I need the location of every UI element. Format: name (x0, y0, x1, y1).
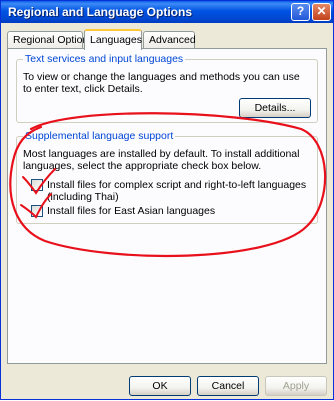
text-services-group: Text services and input languages To vie… (16, 53, 318, 123)
dialog-window: Regional and Language Options ? ✕ Region… (0, 0, 334, 400)
text-services-heading: Text services and input languages (23, 53, 186, 65)
tab-regional-options[interactable]: Regional Options (7, 31, 94, 49)
cancel-button[interactable]: Cancel (197, 376, 259, 396)
supplemental-description: Most languages are installed by default.… (23, 148, 300, 172)
east-asian-label[interactable]: Install files for East Asian languages (47, 205, 313, 217)
details-button[interactable]: Details... (239, 98, 311, 118)
window-title: Regional and Language Options (8, 5, 193, 19)
supplemental-heading: Supplemental language support (23, 130, 176, 142)
apply-button[interactable]: Apply (265, 376, 327, 396)
help-icon[interactable]: ? (291, 3, 310, 21)
ok-button[interactable]: OK (129, 376, 191, 396)
east-asian-checkbox[interactable] (31, 205, 43, 217)
title-bar[interactable]: Regional and Language Options ? ✕ (1, 1, 333, 23)
tab-panel-languages: Text services and input languages To vie… (7, 48, 327, 364)
tab-languages[interactable]: Languages (84, 29, 142, 50)
tab-advanced[interactable]: Advanced (143, 31, 196, 49)
supplemental-language-group: Supplemental language support Most langu… (16, 130, 318, 224)
tab-strip: Regional Options Languages Advanced (7, 29, 327, 50)
complex-script-checkbox[interactable] (31, 179, 43, 191)
text-services-description: To view or change the languages and meth… (23, 71, 300, 95)
close-icon[interactable]: ✕ (312, 3, 331, 21)
complex-script-label[interactable]: Install files for complex script and rig… (47, 179, 313, 203)
